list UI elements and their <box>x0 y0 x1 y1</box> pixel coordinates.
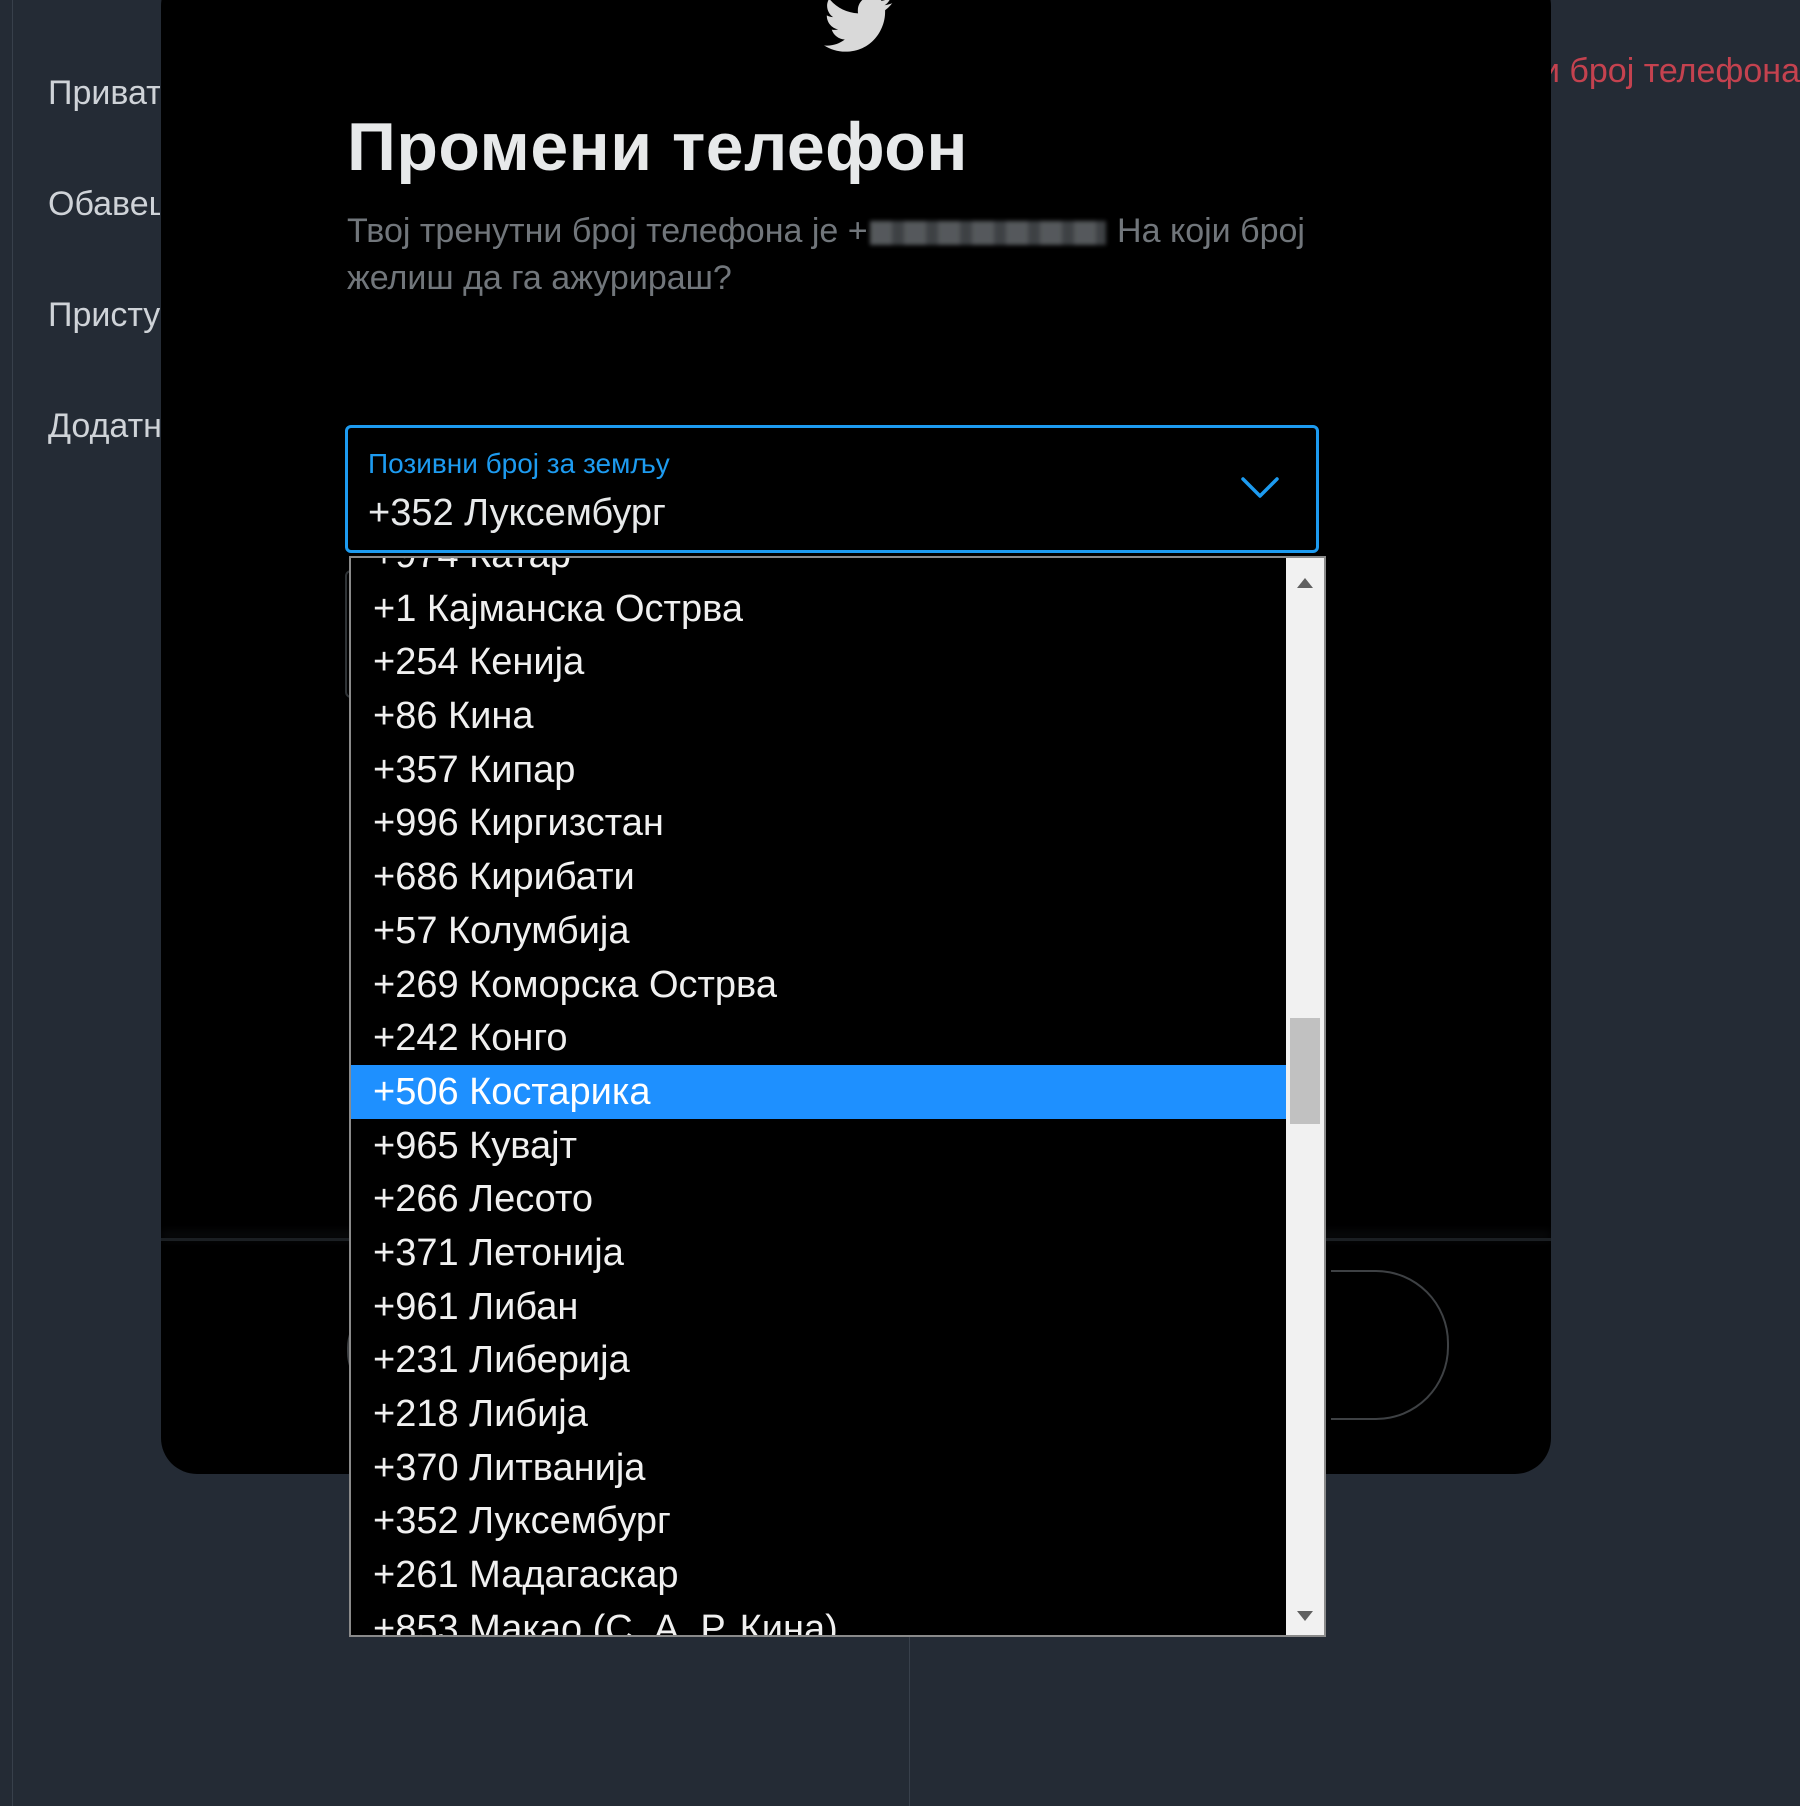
sidebar-border <box>0 0 13 1806</box>
change-phone-link[interactable]: Промени број телефона <box>1550 52 1800 91</box>
modal-description: Твој тренутни број телефона је + На који… <box>347 208 1337 302</box>
dropdown-scroll-down-icon[interactable] <box>1297 1611 1313 1621</box>
country-option[interactable]: +218 Либија <box>351 1387 1288 1441</box>
country-option[interactable]: +974 Катар <box>351 558 1288 582</box>
country-option[interactable]: +965 Кувајт <box>351 1119 1288 1173</box>
country-option[interactable]: +269 Коморска Острва <box>351 958 1288 1012</box>
masked-phone-number <box>869 221 1106 246</box>
country-option[interactable]: +370 Литванија <box>351 1441 1288 1495</box>
nav-item-additional-resources[interactable]: Додатни ресурси <box>48 407 160 446</box>
twitter-bird-icon <box>824 0 893 52</box>
country-option[interactable]: +996 Киргизстан <box>351 796 1288 850</box>
description-before: Твој тренутни број телефона је + <box>347 212 868 250</box>
country-option[interactable]: +352 Луксембург <box>351 1494 1288 1548</box>
dropdown-scrollbar-thumb[interactable] <box>1290 1018 1320 1124</box>
country-option[interactable]: +961 Либан <box>351 1280 1288 1334</box>
country-option[interactable]: +506 Костарика <box>351 1064 1288 1119</box>
country-option[interactable]: +853 Макао (С. А. Р. Кина) <box>351 1602 1288 1635</box>
country-option[interactable]: +231 Либерија <box>351 1333 1288 1387</box>
country-option[interactable]: +357 Кипар <box>351 743 1288 797</box>
option-list: +974 Катар+1 Кајманска Острва+254 Кенија… <box>351 558 1288 1635</box>
chevron-down-icon <box>1241 477 1279 498</box>
dropdown-scrollbar[interactable] <box>1286 558 1324 1635</box>
country-code-dropdown[interactable]: +974 Катар+1 Кајманска Острва+254 Кенија… <box>349 556 1326 1637</box>
country-code-select[interactable]: Позивни број за земљу +352 Луксембург <box>345 425 1319 553</box>
dropdown-scroll-up-icon[interactable] <box>1297 578 1313 588</box>
country-option[interactable]: +266 Лесото <box>351 1172 1288 1226</box>
country-option[interactable]: +261 Мадагаскар <box>351 1548 1288 1602</box>
country-option[interactable]: +686 Кирибати <box>351 850 1288 904</box>
nav-item-notifications[interactable]: Обавештења <box>48 185 160 224</box>
country-code-value: +352 Луксембург <box>368 492 666 534</box>
country-option[interactable]: +242 Конго <box>351 1011 1288 1065</box>
country-code-label: Позивни број за земљу <box>368 448 670 479</box>
footer-button-right[interactable] <box>1331 1270 1449 1420</box>
country-option[interactable]: +371 Летонија <box>351 1226 1288 1280</box>
country-option[interactable]: +1 Кајманска Острва <box>351 582 1288 636</box>
modal-title: Промени телефон <box>347 109 968 185</box>
country-option[interactable]: +86 Кина <box>351 689 1288 743</box>
country-option[interactable]: +254 Кенија <box>351 635 1288 689</box>
nav-item-accessibility[interactable]: Приступачност, приказ и језици <box>48 296 160 335</box>
country-option[interactable]: +57 Колумбија <box>351 904 1288 958</box>
nav-item-privacy[interactable]: Приватност и безбедност <box>48 74 160 113</box>
